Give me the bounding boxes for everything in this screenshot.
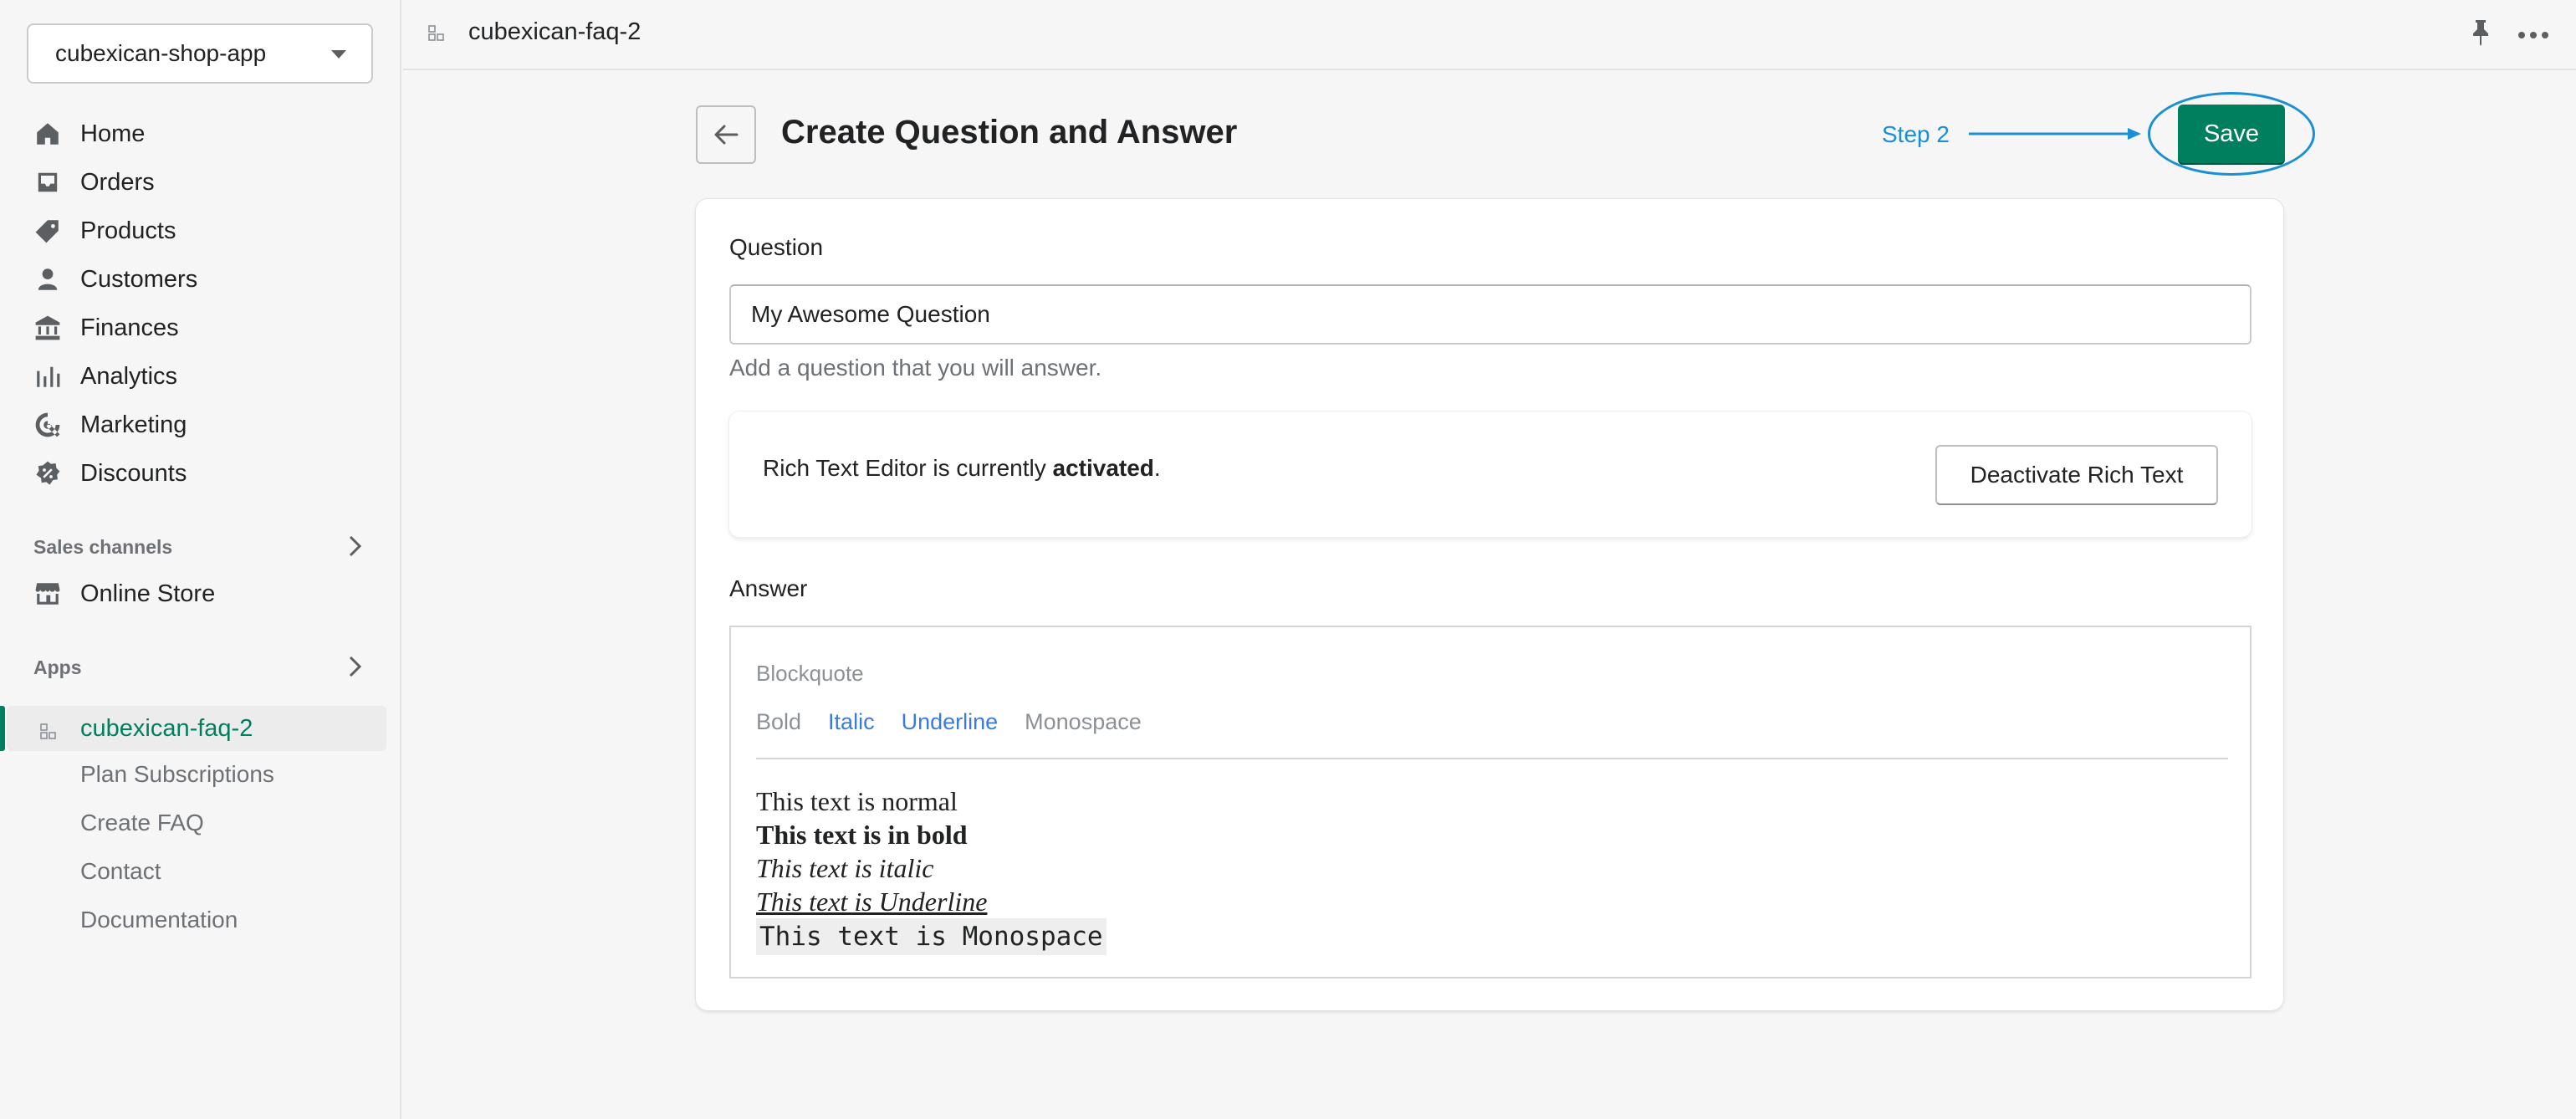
- back-button[interactable]: [696, 105, 756, 164]
- deactivate-rich-text-button[interactable]: Deactivate Rich Text: [1935, 445, 2218, 505]
- nav-item-analytics[interactable]: Analytics: [33, 355, 177, 398]
- caret-down-icon: [331, 50, 346, 59]
- store-name: cubexican-shop-app: [55, 40, 267, 66]
- nav-item-online-store[interactable]: Online Store: [33, 572, 215, 616]
- apps-title: Apps: [33, 657, 82, 678]
- bank-icon: [33, 314, 62, 342]
- editor-toolbar: Bold Italic Underline Monospace: [756, 709, 1142, 735]
- toolbar-italic[interactable]: Italic: [828, 709, 875, 735]
- content-normal: This text is normal: [756, 786, 958, 816]
- more-options-icon[interactable]: [2517, 28, 2549, 38]
- step-annotation-label: Step 2: [1882, 121, 1950, 147]
- content-underline: This text is Underline: [756, 887, 988, 917]
- save-button[interactable]: Save: [2178, 105, 2285, 163]
- sales-channels-title: Sales channels: [33, 536, 173, 558]
- nav-item-label: Products: [80, 217, 176, 244]
- nav-item-label: Orders: [80, 168, 155, 196]
- answer-label: Answer: [729, 575, 808, 601]
- sidebar-item-plan-subscriptions[interactable]: Plan Subscriptions: [80, 755, 274, 794]
- sidebar-item-contact[interactable]: Contact: [80, 852, 161, 891]
- topbar-app-name: cubexican-faq-2: [468, 18, 641, 45]
- toolbar-divider: [756, 758, 2228, 759]
- store-selector[interactable]: cubexican-shop-app: [27, 23, 373, 84]
- toolbar-monospace[interactable]: Monospace: [1025, 709, 1142, 735]
- status-suffix: .: [1153, 455, 1161, 481]
- nav-item-home[interactable]: Home: [33, 112, 145, 156]
- nav-item-label: Discounts: [80, 459, 187, 487]
- tag-icon: [33, 217, 62, 245]
- content-monospace: This text is Monospace: [756, 918, 1107, 955]
- nav-item-label: Marketing: [80, 411, 187, 438]
- form-card: Question Add a question that you will an…: [696, 199, 2283, 1010]
- app-icon: [428, 25, 445, 42]
- arrow-left-icon: [714, 125, 739, 145]
- editor-content[interactable]: This text is normal This text is in bold…: [756, 784, 1107, 955]
- nav-item-finances[interactable]: Finances: [33, 306, 179, 350]
- nav-item-marketing[interactable]: Marketing: [33, 403, 187, 447]
- sidebar-item-create-faq[interactable]: Create FAQ: [80, 804, 204, 842]
- bar-chart-icon: [33, 362, 62, 391]
- discount-icon: [33, 459, 62, 488]
- rich-text-editor[interactable]: Blockquote Bold Italic Underline Monospa…: [729, 626, 2251, 978]
- home-icon: [33, 120, 62, 148]
- orders-icon: [33, 168, 62, 197]
- sidebar-item-documentation[interactable]: Documentation: [80, 901, 238, 939]
- pin-icon[interactable]: [2469, 18, 2492, 47]
- nav-item-orders[interactable]: Orders: [33, 161, 155, 204]
- nav-item-products[interactable]: Products: [33, 209, 176, 253]
- toolbar-bold[interactable]: Bold: [756, 709, 801, 735]
- active-indicator: [0, 706, 5, 751]
- question-help-text: Add a question that you will answer.: [729, 355, 1102, 381]
- chevron-right-icon[interactable]: [346, 534, 365, 559]
- store-icon: [33, 580, 62, 608]
- question-input[interactable]: [729, 284, 2251, 345]
- nav-item-label: Finances: [80, 314, 179, 341]
- nav-item-label: Analytics: [80, 362, 178, 390]
- rich-text-status-message: Rich Text Editor is currently activated.: [763, 455, 1161, 482]
- status-state: activated: [1052, 455, 1154, 481]
- rich-text-status-box: Rich Text Editor is currently activated.…: [729, 411, 2251, 537]
- app-name: cubexican-faq-2: [80, 714, 253, 742]
- nav-item-label: Online Store: [80, 580, 216, 607]
- arrow-right-annotation-icon: [1969, 128, 2141, 140]
- toolbar-blockquote[interactable]: Blockquote: [756, 661, 864, 687]
- page-title: Create Question and Answer: [781, 114, 1238, 151]
- sidebar-item-app[interactable]: cubexican-faq-2: [40, 707, 253, 750]
- target-icon: [33, 411, 62, 439]
- nav-item-customers[interactable]: Customers: [33, 258, 197, 301]
- nav-item-label: Home: [80, 120, 146, 147]
- content-italic: This text is italic: [756, 853, 934, 883]
- content-bold: This text is in bold: [756, 820, 968, 850]
- chevron-right-icon[interactable]: [346, 654, 365, 679]
- sidebar: cubexican-shop-app Home Orders Products …: [0, 0, 401, 1119]
- app-icon: [40, 719, 57, 739]
- question-label: Question: [729, 234, 824, 260]
- top-bar: cubexican-faq-2: [403, 0, 2576, 70]
- toolbar-underline[interactable]: Underline: [902, 709, 999, 735]
- nav-item-discounts[interactable]: Discounts: [33, 452, 187, 495]
- status-prefix: Rich Text Editor is currently: [763, 455, 1053, 481]
- nav-item-label: Customers: [80, 265, 198, 293]
- person-icon: [33, 265, 62, 294]
